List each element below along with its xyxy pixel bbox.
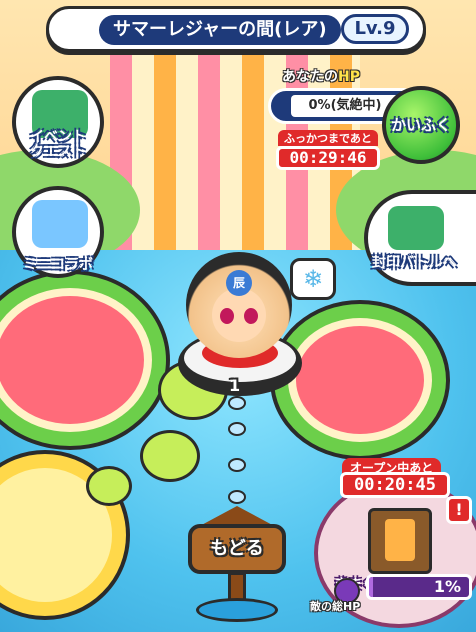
path-dot (228, 396, 246, 410)
gate-open-timer: 00:20:45 (340, 472, 450, 498)
path-dot (228, 422, 246, 436)
ice-speech-bubble-icon: ❄ (290, 258, 336, 300)
character-face (212, 288, 266, 342)
back-button[interactable]: もどる (182, 506, 292, 626)
hp-title-hp: HP (338, 69, 360, 85)
mini-collab-label: ミニコラボ (23, 257, 93, 273)
path-dot (228, 490, 246, 504)
character-emblem-icon: 辰 (226, 270, 252, 296)
enemy-hp-fill (369, 577, 373, 597)
event-quest-label: イベント クエスト (30, 129, 86, 160)
heal-button[interactable]: かいふく (382, 86, 460, 164)
path-dot (228, 458, 246, 472)
enemy-hp-value: 1% (433, 577, 461, 596)
seal-battle-art-icon (388, 206, 444, 250)
enemy-hp-bar: 1% (366, 574, 472, 600)
level-badge: Lv.9 (341, 14, 409, 44)
back-button-label: もどる (188, 524, 286, 574)
hp-title-prefix: あなたの (282, 69, 338, 85)
enemy-hp-label: 敵の総HP (310, 600, 361, 613)
event-quest-button[interactable]: イベント クエスト (12, 76, 104, 168)
node-number: 1 (229, 376, 241, 395)
character-eye-left (220, 308, 234, 324)
gate-door-icon (368, 508, 432, 574)
alert-badge: ! (446, 496, 472, 524)
whim-gate-button[interactable]: オープン中あと 00:20:45 ! きまぐれゲート 1% 敵の総HP (310, 456, 476, 632)
lime-float-mid (140, 430, 200, 482)
hp-title: あなたのHP (282, 66, 360, 86)
player-character[interactable]: 辰 (186, 252, 292, 358)
mini-collab-art-icon (32, 200, 88, 248)
revive-label: ふっかつまであと (278, 130, 378, 146)
seal-battle-label: 封印バトルへ (372, 255, 457, 271)
lime-float-small (86, 466, 132, 506)
character-eye-right (244, 308, 258, 324)
player-hp-panel: あなたのHP 0%(気絶中) ふっかつまであと 00:29:46 かいふく (268, 66, 468, 186)
mini-collab-button[interactable]: ミニコラボ (12, 186, 104, 278)
seal-battle-button[interactable]: 封印バトルへ (364, 190, 476, 286)
stage-title: サマーレジャーの間(レア) (99, 15, 341, 45)
stage-header: サマーレジャーの間(レア) Lv.9 (46, 6, 426, 52)
watermelon-float-right (270, 300, 450, 460)
revive-timer: 00:29:46 (276, 146, 380, 170)
